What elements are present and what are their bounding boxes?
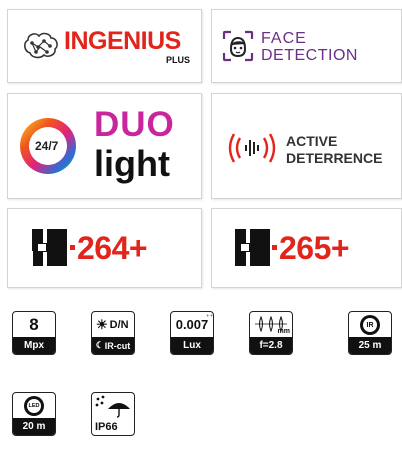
led-icon: LED bbox=[24, 396, 44, 416]
deterrence-text: DETERRENCE bbox=[286, 150, 383, 166]
ir-range-badge: IR 25 m bbox=[348, 311, 392, 355]
focal-length-badge: mm f=2.8 bbox=[249, 311, 293, 355]
ir-icon-text: IR bbox=[366, 321, 374, 329]
ingenius-sub: PLUS bbox=[166, 55, 191, 65]
led-range-badge: LED 20 m bbox=[12, 392, 56, 436]
h-logo-icon bbox=[31, 229, 67, 266]
lux-badge: 0.007 ⁺⁺ Lux bbox=[170, 311, 214, 355]
umbrella-rain-icon bbox=[95, 395, 130, 418]
detection-text: DETECTION bbox=[261, 47, 358, 64]
ir-icon: IR bbox=[360, 315, 380, 335]
ingenius-wordmark: INGENIUS bbox=[64, 27, 181, 56]
face-detection-tile: FACE DETECTION bbox=[211, 9, 402, 83]
h264-text: 264+ bbox=[77, 230, 148, 266]
light-text: light bbox=[94, 143, 170, 184]
led-range-value: 20 m bbox=[13, 418, 55, 435]
lux-label: Lux bbox=[171, 337, 213, 354]
mpx-badge: 8 Mpx bbox=[12, 311, 56, 355]
duo-light-tile: 24/7 DUO light bbox=[7, 93, 202, 199]
active-text: ACTIVE bbox=[286, 133, 338, 149]
h264-tile: 264+ bbox=[7, 208, 202, 288]
ingenius-text: INGENIUS bbox=[64, 27, 181, 55]
led-icon-text: LED bbox=[28, 403, 40, 409]
focal-value: f=2.8 bbox=[250, 337, 292, 354]
day-night-badge: ☀ D/N ☾ IR-cut bbox=[91, 311, 135, 355]
h-logo-icon bbox=[235, 229, 270, 266]
day-night-top: ☀ D/N bbox=[92, 312, 134, 337]
face-scan-icon bbox=[222, 30, 254, 62]
ip66-text: IP66 bbox=[95, 421, 118, 433]
lux-sparkle-icon: ⁺⁺ bbox=[206, 314, 214, 321]
h265-text: 265+ bbox=[279, 230, 350, 266]
h265-dot bbox=[272, 245, 277, 250]
duo-text: DUO bbox=[94, 105, 175, 144]
moon-icon: ☾ bbox=[95, 340, 104, 350]
face-text: FACE bbox=[261, 30, 307, 47]
sun-icon: ☀ bbox=[96, 317, 108, 332]
brain-icon bbox=[24, 32, 58, 59]
ingenius-plus-tile: INGENIUS PLUS bbox=[7, 9, 202, 83]
day-night-text: D/N bbox=[109, 318, 129, 331]
active-deterrence-tile: ACTIVE DETERRENCE bbox=[211, 93, 402, 199]
h264-dot bbox=[70, 245, 75, 250]
mm-label: mm bbox=[277, 328, 290, 335]
ip66-badge: IP66 bbox=[91, 392, 135, 436]
h265-tile: 265+ bbox=[211, 208, 402, 288]
mpx-label: Mpx bbox=[13, 337, 55, 354]
mpx-value: 8 bbox=[29, 314, 39, 334]
ir-cut-text: IR-cut bbox=[104, 340, 131, 351]
ir-range-value: 25 m bbox=[349, 337, 391, 354]
ir-cut-row: ☾ IR-cut bbox=[92, 337, 134, 354]
twentyfourseven-text: 24/7 bbox=[35, 139, 59, 153]
alarm-sound-icon bbox=[228, 133, 276, 163]
